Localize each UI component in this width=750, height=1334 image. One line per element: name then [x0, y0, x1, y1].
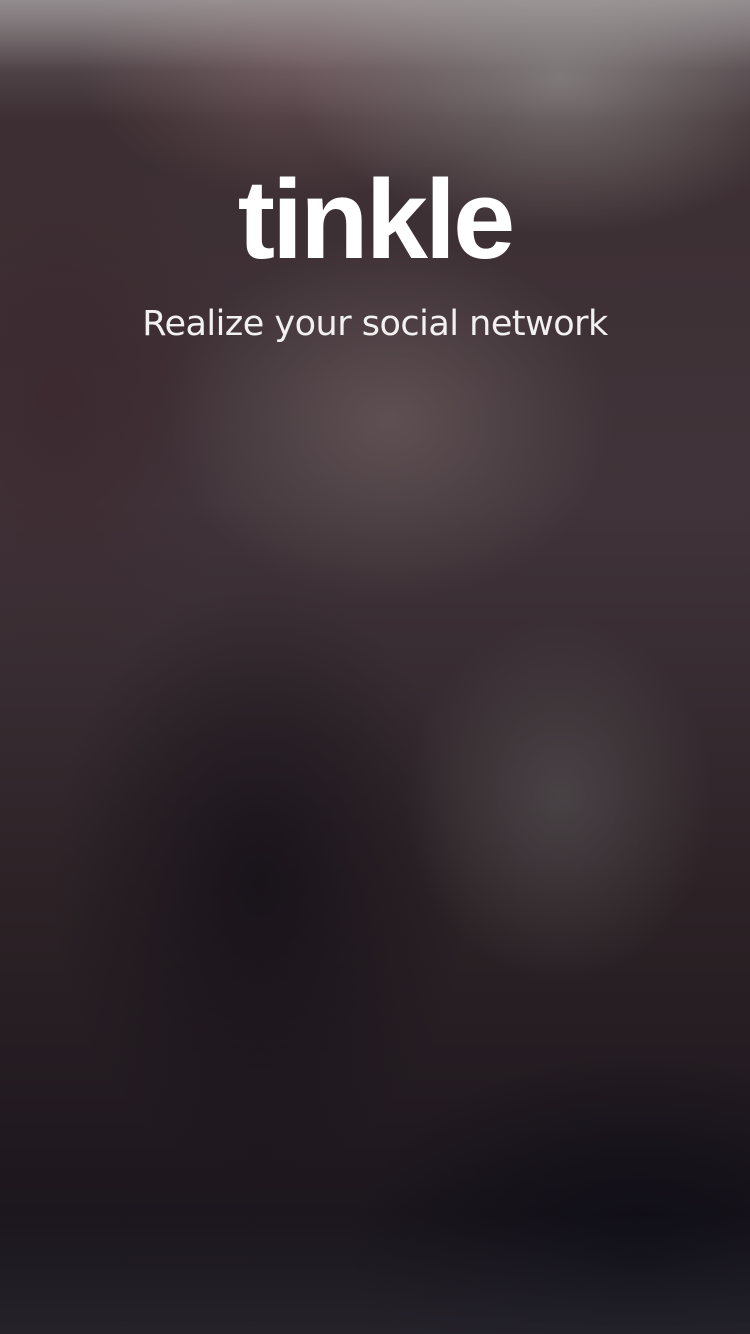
app-logo: tinkle [237, 157, 516, 282]
splash-screen: tinkle Realize your social network [0, 0, 750, 1334]
top-highlight [0, 0, 750, 70]
app-tagline: Realize your social network [142, 304, 608, 344]
bottom-shade [0, 1214, 750, 1334]
